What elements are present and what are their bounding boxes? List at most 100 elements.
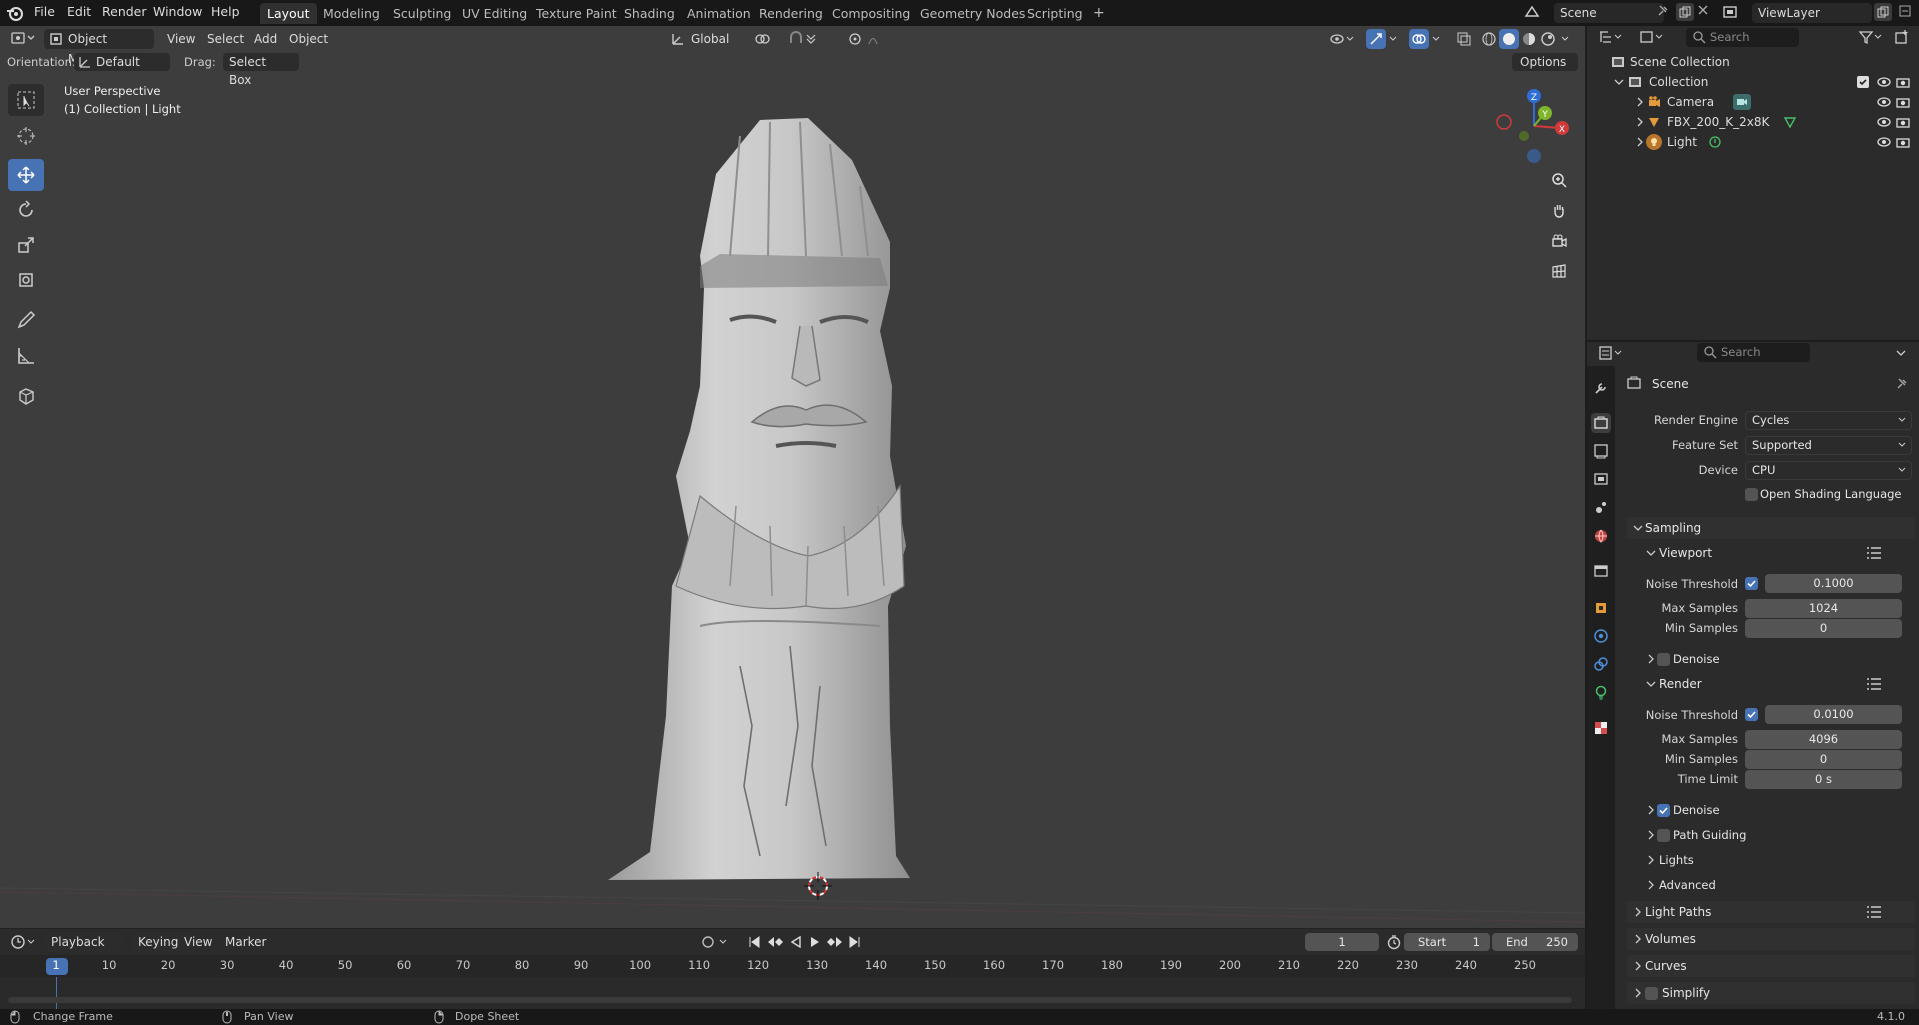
light-paths-presets-icon[interactable] xyxy=(1866,905,1882,919)
play-icon[interactable] xyxy=(808,934,822,950)
gizmo-dropdown-icon[interactable] xyxy=(1388,31,1398,47)
tab-world[interactable] xyxy=(1591,526,1611,546)
remove-view-layer-icon[interactable] xyxy=(1898,4,1912,18)
render-camera-icon[interactable] xyxy=(1896,95,1910,109)
pin-icon[interactable] xyxy=(1656,4,1670,18)
render-min-samples-field[interactable]: 0 xyxy=(1745,750,1902,769)
mesh-data-icon[interactable] xyxy=(1783,115,1797,129)
menu-edit[interactable]: Edit xyxy=(67,0,91,26)
render-noise-threshold-checkbox[interactable] xyxy=(1745,708,1758,721)
pin-context-icon[interactable] xyxy=(1895,377,1909,391)
eye-icon[interactable] xyxy=(1877,115,1891,129)
tab-output[interactable] xyxy=(1591,441,1611,461)
properties-search[interactable]: Search xyxy=(1697,343,1810,362)
properties-editor-icon[interactable] xyxy=(1598,345,1624,361)
render-camera-icon[interactable] xyxy=(1896,135,1910,149)
tab-shading[interactable]: Shading xyxy=(617,3,682,24)
light-data-icon[interactable] xyxy=(1708,135,1722,149)
render-noise-threshold-field[interactable]: 0.0100 xyxy=(1765,705,1902,724)
new-collection-icon[interactable] xyxy=(1894,29,1910,45)
viewport-denoise-expand-icon[interactable] xyxy=(1646,653,1656,665)
render-camera-icon[interactable] xyxy=(1896,115,1910,129)
eye-icon[interactable] xyxy=(1877,135,1891,149)
shading-solid-icon[interactable] xyxy=(1499,29,1519,49)
jump-start-icon[interactable] xyxy=(747,934,761,950)
expand-arrow-icon[interactable] xyxy=(1635,135,1645,149)
display-mode-icon[interactable] xyxy=(1639,29,1665,45)
start-frame-field[interactable]: Start 1 xyxy=(1404,933,1490,951)
tab-object[interactable] xyxy=(1591,598,1611,618)
tab-tool[interactable] xyxy=(1591,378,1611,398)
mode-selector[interactable]: Object Mode xyxy=(44,29,154,66)
new-scene-icon[interactable] xyxy=(1676,3,1694,21)
tab-texture[interactable] xyxy=(1591,718,1611,738)
menu-help[interactable]: Help xyxy=(211,0,240,26)
current-frame-field[interactable]: 1 xyxy=(1305,933,1379,951)
transform-orientation-selector[interactable]: Global xyxy=(669,29,745,49)
expand-arrow-icon[interactable] xyxy=(1635,115,1645,129)
options-button[interactable]: Options xyxy=(1512,53,1578,71)
path-guiding-expand-icon[interactable] xyxy=(1646,829,1656,841)
timeline-tracks[interactable] xyxy=(0,977,1585,1009)
tab-compositing[interactable]: Compositing xyxy=(825,3,917,24)
tab-constraints[interactable] xyxy=(1591,654,1611,674)
eye-icon[interactable] xyxy=(1877,95,1891,109)
tab-collection[interactable] xyxy=(1591,561,1611,581)
viewport-presets-icon[interactable] xyxy=(1866,546,1882,560)
outliner-row-collection[interactable]: Collection xyxy=(1587,72,1919,92)
new-view-layer-icon[interactable] xyxy=(1874,3,1892,21)
tab-scripting[interactable]: Scripting xyxy=(1020,3,1090,24)
render-presets-icon[interactable] xyxy=(1866,677,1882,691)
viewport-max-samples-field[interactable]: 1024 xyxy=(1745,599,1902,618)
osl-checkbox[interactable] xyxy=(1745,488,1758,501)
viewport-noise-threshold-checkbox[interactable] xyxy=(1745,577,1758,590)
scene-selector[interactable]: Scene xyxy=(1554,3,1664,23)
menu-object[interactable]: Object xyxy=(289,29,328,49)
curves-expand-icon[interactable] xyxy=(1633,960,1643,972)
properties-options-icon[interactable] xyxy=(1894,346,1908,360)
tab-sculpting[interactable]: Sculpting xyxy=(386,3,458,24)
cursor-tool[interactable] xyxy=(8,120,44,152)
ortho-toggle-button[interactable] xyxy=(1547,259,1571,283)
scale-tool[interactable] xyxy=(8,229,44,261)
render-engine-select[interactable]: Cycles xyxy=(1745,411,1912,430)
menu-view[interactable]: View xyxy=(167,29,195,49)
feature-set-select[interactable]: Supported xyxy=(1745,436,1912,455)
gizmo-toggle-icon[interactable] xyxy=(1366,29,1386,49)
view-layer-selector[interactable]: ViewLayer xyxy=(1752,3,1872,23)
marker-menu[interactable]: Marker xyxy=(225,932,266,952)
outliner-row-mesh[interactable]: FBX_200_K_2x8K xyxy=(1587,112,1919,132)
move-tool[interactable] xyxy=(8,159,44,191)
rotate-tool[interactable] xyxy=(8,194,44,226)
timeline-scrollbar[interactable] xyxy=(8,997,1572,1003)
auto-key-icon[interactable] xyxy=(700,934,730,950)
outliner-row-scene-collection[interactable]: Scene Collection xyxy=(1587,52,1919,72)
volumes-expand-icon[interactable] xyxy=(1633,933,1643,945)
render-max-samples-field[interactable]: 4096 xyxy=(1745,730,1902,749)
orientation-selector[interactable]: Default xyxy=(74,53,170,71)
outliner-search[interactable]: Search xyxy=(1686,28,1799,47)
end-frame-field[interactable]: End 250 xyxy=(1492,933,1578,951)
drag-selector[interactable]: Select Box xyxy=(223,53,299,87)
tab-render[interactable] xyxy=(1591,413,1611,433)
light-paths-expand-icon[interactable] xyxy=(1633,906,1643,918)
menu-select[interactable]: Select xyxy=(207,29,244,49)
3d-viewport[interactable] xyxy=(0,26,1585,928)
tab-geometry-nodes[interactable]: Geometry Nodes xyxy=(913,3,1032,24)
playback-menu[interactable]: Playback xyxy=(45,932,123,952)
render-collapse-icon[interactable] xyxy=(1645,678,1657,690)
shading-dropdown-icon[interactable] xyxy=(1560,31,1570,47)
lights-expand-icon[interactable] xyxy=(1646,854,1656,866)
viewport-collapse-icon[interactable] xyxy=(1645,547,1657,559)
navigation-gizmo[interactable]: Z X Y xyxy=(1492,84,1574,166)
shading-material-icon[interactable] xyxy=(1521,31,1537,47)
render-denoise-checkbox[interactable] xyxy=(1657,804,1670,817)
tab-view-layer[interactable] xyxy=(1591,469,1611,489)
select-box-tool[interactable] xyxy=(8,84,44,116)
clock-editor-icon[interactable] xyxy=(10,934,36,950)
render-camera-icon[interactable] xyxy=(1896,75,1910,89)
stopwatch-icon[interactable] xyxy=(1386,934,1402,950)
camera-view-button[interactable] xyxy=(1547,229,1571,253)
annotate-tool[interactable] xyxy=(8,304,44,336)
tab-layout[interactable]: Layout xyxy=(260,3,317,24)
